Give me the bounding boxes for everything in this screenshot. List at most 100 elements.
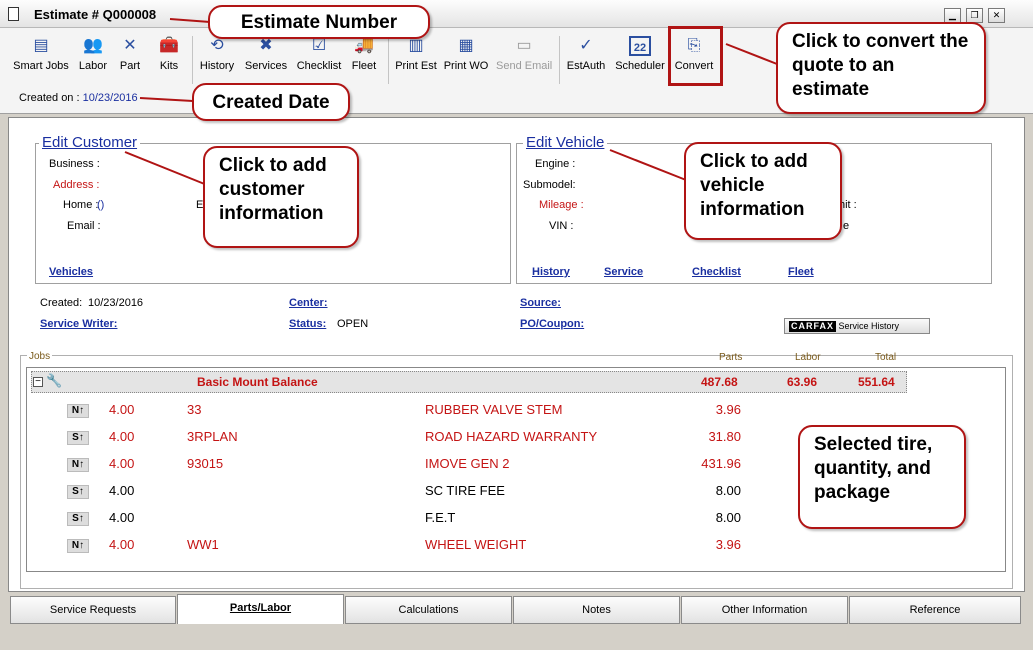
source-link[interactable]: Source:	[520, 297, 561, 309]
restore-button[interactable]: ❐	[966, 8, 983, 23]
callout-selected: Selected tire, quantity, and package	[798, 425, 966, 529]
item-desc: WHEEL WEIGHT	[425, 537, 527, 552]
item-price: 3.96	[715, 537, 741, 552]
estauth-icon: ✓	[579, 37, 593, 54]
created-on: Created on : 10/23/2016	[19, 92, 138, 104]
send-email-button[interactable]: ▭ Send Email	[496, 32, 552, 84]
kits-icon: 🧰	[159, 37, 179, 54]
service-writer-link[interactable]: Service Writer:	[40, 318, 117, 330]
job-row[interactable]	[31, 371, 907, 393]
item-price: 431.96	[701, 456, 741, 471]
carfax-service-history-button[interactable]: CARFAX Service History	[784, 318, 930, 334]
jobs-label: Jobs	[27, 351, 53, 362]
vehicle-e-label: e	[843, 220, 850, 232]
tab-calculations[interactable]: Calculations	[345, 596, 512, 624]
mileage-label: Mileage :	[539, 199, 584, 211]
minimize-button[interactable]: ▁	[944, 8, 961, 23]
item-desc: RUBBER VALVE STEM	[425, 402, 563, 417]
close-button[interactable]: ✕	[988, 8, 1005, 23]
smart-jobs-icon: ▤	[33, 37, 49, 54]
item-type-badge: S↑	[67, 431, 89, 445]
edit-customer-link[interactable]: Edit Customer	[39, 134, 141, 151]
fleet-button[interactable]: 🚚 Fleet	[348, 32, 380, 84]
submodel-label: Submodel:	[523, 179, 576, 191]
tab-other-information[interactable]: Other Information	[681, 596, 848, 624]
item-desc: ROAD HAZARD WARRANTY	[425, 429, 598, 444]
job-parts: 487.68	[701, 375, 738, 389]
item-price: 8.00	[715, 483, 741, 498]
toolbar-separator	[192, 36, 193, 84]
status-label[interactable]: Status:	[289, 318, 326, 330]
item-desc: IMOVE GEN 2	[425, 456, 510, 471]
estauth-button[interactable]: ✓ EstAuth	[565, 32, 607, 84]
part-icon: ✕	[123, 37, 137, 54]
item-type-badge: S↑	[67, 512, 89, 526]
kits-button[interactable]: 🧰 Kits	[154, 32, 184, 84]
document-icon	[8, 7, 19, 21]
job-total: 551.64	[858, 375, 895, 389]
job-name: Basic Mount Balance	[197, 375, 318, 389]
carfax-logo: CARFAX	[789, 321, 837, 332]
print-wo-icon: ▦	[458, 37, 474, 54]
history-button[interactable]: ⟲ History	[198, 32, 236, 84]
tab-notes[interactable]: Notes	[513, 596, 680, 624]
tab-service-requests[interactable]: Service Requests	[10, 596, 176, 624]
print-estimate-button[interactable]: ▥ Print Est	[394, 32, 438, 84]
toolbar-separator	[388, 36, 389, 84]
center-link[interactable]: Center:	[289, 297, 328, 309]
callout-created-date: Created Date	[192, 83, 350, 121]
scheduler-button[interactable]: 22 Scheduler	[614, 32, 666, 84]
fleet-link[interactable]: Fleet	[788, 266, 814, 278]
part-button[interactable]: ✕ Part	[116, 32, 144, 84]
print-estimate-icon: ▥	[408, 37, 424, 54]
callout-vehicle: Click to add vehicle information	[684, 142, 842, 240]
item-type-badge: N↑	[67, 539, 89, 553]
item-qty: 4.00	[109, 429, 135, 444]
wrench-icon: 🔧	[46, 373, 63, 388]
vin-label: VIN :	[549, 220, 574, 232]
item-qty: 4.00	[109, 456, 135, 471]
scheduler-icon: 22	[629, 36, 651, 56]
item-type-badge: S↑	[67, 485, 89, 499]
print-wo-button[interactable]: ▦ Print WO	[443, 32, 489, 84]
services-button[interactable]: ✖ Services	[243, 32, 289, 84]
vehicles-link[interactable]: Vehicles	[49, 266, 93, 278]
services-icon: ✖	[259, 37, 273, 54]
item-type-badge: N↑	[67, 404, 89, 418]
created-on-value: 10/23/2016	[82, 92, 138, 104]
tab-reference[interactable]: Reference	[849, 596, 1021, 624]
item-qty: 4.00	[109, 402, 135, 417]
parts-header: Parts	[719, 352, 743, 363]
item-qty: 4.00	[109, 537, 135, 552]
labor-icon: 👥	[83, 37, 103, 54]
smart-jobs-button[interactable]: ▤ Smart Jobs	[12, 32, 70, 84]
total-header: Total	[875, 352, 897, 363]
service-link[interactable]: Service	[604, 266, 643, 278]
checklist-link[interactable]: Checklist	[692, 266, 741, 278]
collapse-toggle[interactable]: −	[33, 377, 43, 387]
checklist-button[interactable]: ☑ Checklist	[296, 32, 342, 84]
edit-vehicle-link[interactable]: Edit Vehicle	[523, 134, 608, 151]
home-label: Home :	[63, 199, 99, 211]
engine-label: Engine :	[535, 158, 576, 170]
callout-customer: Click to add customer information	[203, 146, 359, 248]
item-desc: SC TIRE FEE	[425, 483, 505, 498]
window-title: Estimate # Q000008	[34, 7, 157, 22]
labor-header: Labor	[795, 352, 821, 363]
item-code: 3RPLAN	[187, 429, 238, 444]
callout-estimate-number: Estimate Number	[208, 5, 430, 39]
item-type-badge: N↑	[67, 458, 89, 472]
item-price: 3.96	[715, 402, 741, 417]
fleet-icon: 🚚	[354, 37, 374, 54]
tab-parts-labor[interactable]: Parts/Labor	[177, 594, 344, 624]
history-link[interactable]: History	[532, 266, 570, 278]
send-email-icon: ▭	[516, 37, 532, 54]
job-labor: 63.96	[787, 375, 818, 389]
address-label: Address :	[53, 179, 100, 191]
labor-button[interactable]: 👥 Labor	[76, 32, 110, 84]
item-code: WW1	[187, 537, 219, 552]
po-coupon-link[interactable]: PO/Coupon:	[520, 318, 584, 330]
toolbar-separator	[559, 36, 560, 84]
status-value: OPEN	[337, 318, 369, 330]
item-desc: F.E.T	[425, 510, 456, 525]
